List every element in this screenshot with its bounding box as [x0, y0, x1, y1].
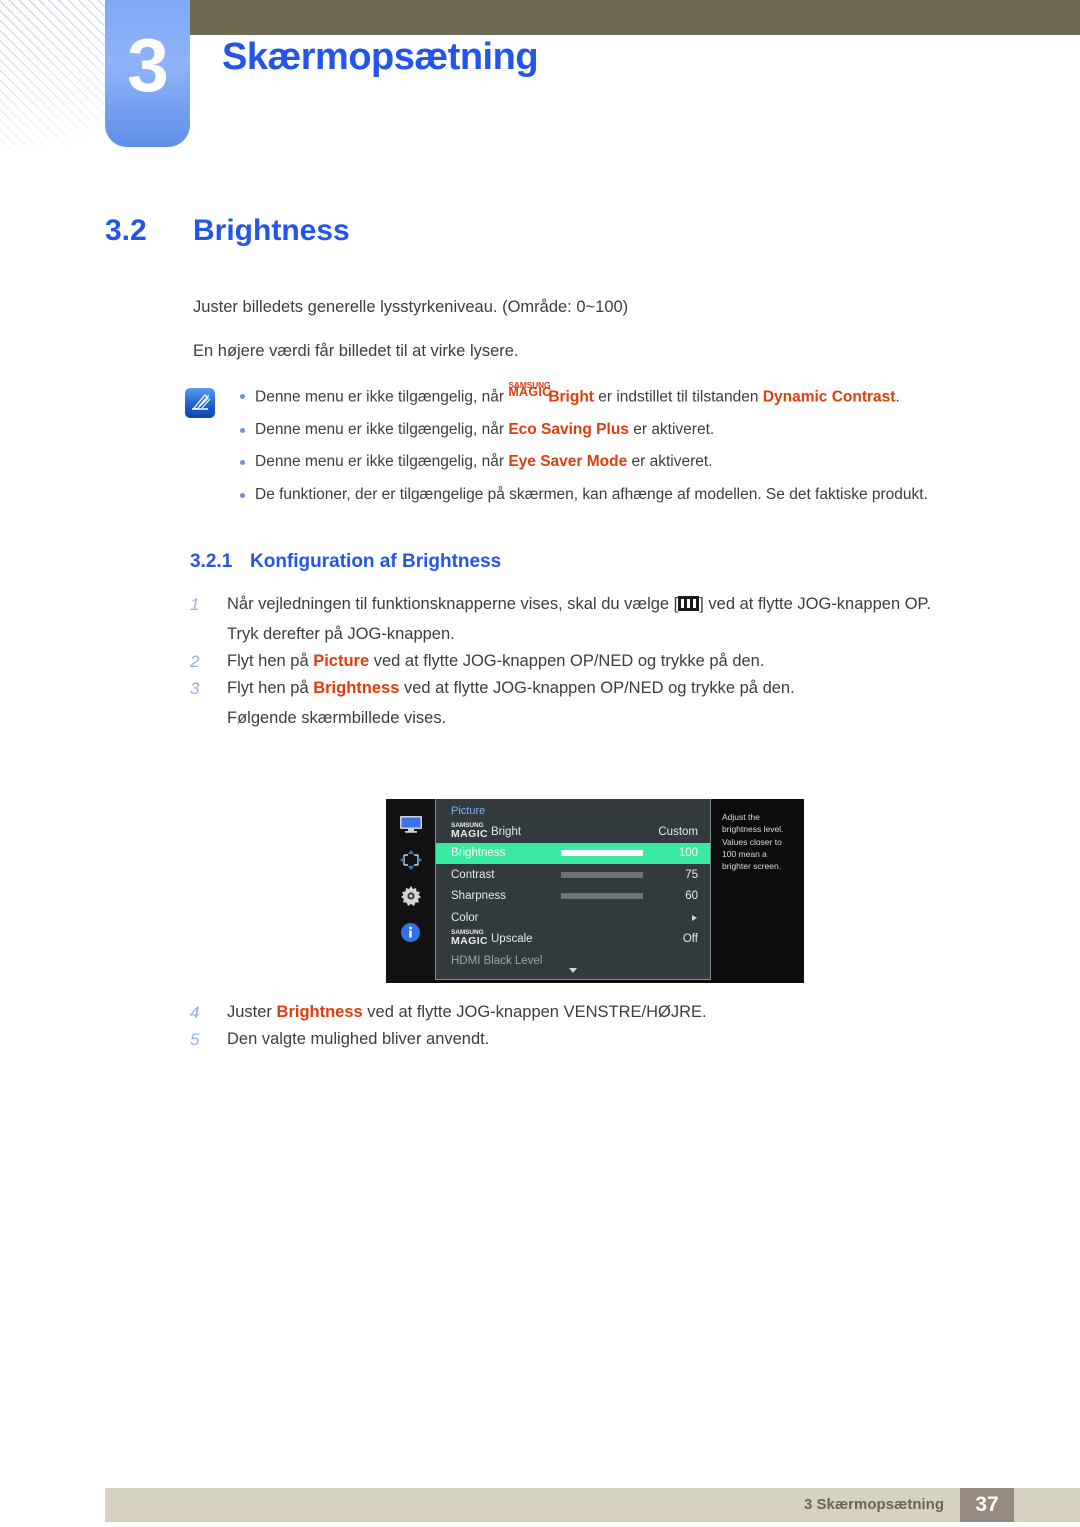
- note-text-before: Denne menu er ikke tilgængelig, når: [255, 420, 509, 438]
- step-text-before: Den valgte mulighed bliver anvendt.: [227, 1030, 490, 1048]
- step-subtext: Følgende skærmbillede vises.: [227, 709, 447, 727]
- osd-row-value: 75: [685, 868, 698, 881]
- osd-row-value: Off: [682, 933, 698, 946]
- osd-row-label: Brightness: [451, 847, 506, 860]
- osd-row-label: Sharpness: [451, 890, 506, 903]
- osd-row-label: Bright: [491, 825, 522, 838]
- step-text-before: Flyt hen på: [227, 652, 314, 670]
- note-block: Denne menu er ikke tilgængelig, når SAMS…: [185, 380, 1020, 517]
- step-highlight: Brightness: [313, 679, 400, 697]
- step-item: 2 Flyt hen på Picture ved at flytte JOG-…: [190, 652, 1030, 671]
- note-bullet-2: Denne menu er ikke tilgængelig, når Eco …: [185, 420, 1020, 439]
- osd-menu-panel: Picture SAMSUNG MAGIC Bright Custom Brig…: [435, 799, 711, 980]
- step-item: 5 Den valgte mulighed bliver anvendt.: [190, 1030, 1030, 1049]
- step-item: 4 Juster Brightness ved at flytte JOG-kn…: [190, 1003, 1030, 1022]
- subsection-heading: 3.2.1 Konfiguration af Brightness: [190, 551, 501, 573]
- osd-scroll-down-indicator[interactable]: [436, 960, 710, 978]
- chapter-number: 3: [127, 23, 169, 107]
- step-item: 3 Flyt hen på Brightness ved at flytte J…: [190, 679, 1030, 728]
- osd-row-value: 100: [678, 847, 698, 860]
- note-text-before: De funktioner, der er tilgængelige på sk…: [255, 485, 928, 503]
- samsung-magic-label: SAMSUNG MAGIC: [451, 929, 491, 948]
- step-text-after: ved at flytte JOG-knappen OP/NED og tryk…: [399, 679, 795, 697]
- info-icon[interactable]: [398, 921, 424, 943]
- samsung-magic-label: SAMSUNG MAGIC: [451, 822, 491, 840]
- note-highlight-2: Eco Saving Plus: [508, 420, 629, 438]
- monitor-icon[interactable]: [398, 813, 424, 835]
- page-number: 37: [960, 1488, 1014, 1522]
- subsection-title: Konfiguration af Brightness: [250, 551, 502, 572]
- section-number: 3.2: [105, 214, 147, 247]
- step-number: 1: [190, 595, 200, 614]
- osd-row-label: Color: [451, 911, 479, 924]
- magic-bright-word: Bright: [548, 388, 594, 406]
- note-bullet-list: Denne menu er ikke tilgængelig, når SAMS…: [185, 380, 1020, 504]
- samsung-magic-label: SAMSUNG MAGIC: [508, 380, 552, 402]
- menu-icon: [678, 596, 700, 611]
- note-bullet-3: Denne menu er ikke tilgængelig, når Eye …: [185, 452, 1020, 471]
- step-subtext: Tryk derefter på JOG-knappen.: [227, 625, 455, 643]
- step-list: 1 Når vejledningen til funktionsknappern…: [190, 595, 1030, 736]
- step-number: 3: [190, 679, 200, 698]
- chapter-number-tab: 3: [105, 0, 190, 147]
- move-arrows-icon[interactable]: [398, 849, 424, 871]
- osd-row-magicbright[interactable]: SAMSUNG MAGIC Bright Custom: [436, 821, 710, 843]
- note-text-middle: er indstillet til tilstanden: [593, 388, 763, 406]
- osd-slider-brightness[interactable]: [561, 850, 643, 857]
- gear-icon[interactable]: [398, 885, 424, 907]
- note-highlight-1: Dynamic Contrast: [762, 388, 896, 406]
- osd-icon-rail: [386, 799, 435, 983]
- step-number: 2: [190, 652, 200, 671]
- osd-row-brightness[interactable]: Brightness 100: [436, 842, 710, 864]
- osd-row-value: Custom: [658, 825, 698, 838]
- osd-row-label: Contrast: [451, 868, 495, 881]
- section-heading: 3.2 Brightness: [105, 214, 350, 248]
- step-highlight: Picture: [313, 652, 370, 670]
- note-text-after: .: [895, 388, 900, 406]
- chevron-right-icon: [692, 914, 697, 921]
- note-text-before: Denne menu er ikke tilgængelig, når: [255, 453, 509, 471]
- osd-tooltip: Adjust the brightness level. Values clos…: [722, 812, 784, 872]
- step-text-after: ved at flytte JOG-knappen VENSTRE/HØJRE.: [362, 1003, 707, 1021]
- chapter-title: Skærmopsætning: [222, 36, 539, 78]
- step-text-before: Flyt hen på: [227, 679, 314, 697]
- magic-word: MAGIC: [451, 827, 488, 840]
- section-paragraph-2: En højere værdi får billedet til at virk…: [193, 342, 519, 360]
- osd-slider-sharpness[interactable]: [561, 893, 643, 900]
- osd-slider-contrast[interactable]: [561, 871, 643, 878]
- osd-row-value: 60: [685, 890, 698, 903]
- step-list-continued: 4 Juster Brightness ved at flytte JOG-kn…: [190, 1003, 1030, 1057]
- step-text-before: Juster: [227, 1003, 277, 1021]
- note-bullet-4: De funktioner, der er tilgængelige på sk…: [185, 485, 1020, 504]
- step-text-after: ved at flytte JOG-knappen OP/NED og tryk…: [369, 652, 765, 670]
- footer-chapter-label: 3 Skærmopsætning: [803, 1496, 944, 1513]
- header-olive-bar: [190, 0, 1080, 35]
- magic-word: MAGIC: [508, 385, 552, 400]
- subsection-number: 3.2.1: [190, 551, 233, 572]
- osd-screenshot: Picture SAMSUNG MAGIC Bright Custom Brig…: [386, 799, 804, 983]
- osd-row-color[interactable]: Color: [436, 907, 710, 929]
- step-text-after: ] ved at flytte JOG-knappen OP.: [699, 595, 931, 613]
- step-item: 1 Når vejledningen til funktionsknappern…: [190, 595, 1030, 644]
- osd-row-sharpness[interactable]: Sharpness 60: [436, 886, 710, 908]
- note-text-after: er aktiveret.: [627, 453, 713, 471]
- step-number: 5: [190, 1030, 200, 1049]
- osd-row-magicupscale[interactable]: SAMSUNG MAGIC Upscale Off: [436, 929, 710, 951]
- note-highlight-3: Eye Saver Mode: [508, 453, 628, 471]
- osd-row-contrast[interactable]: Contrast 75: [436, 864, 710, 886]
- note-text-after: er aktiveret.: [628, 420, 715, 438]
- step-number: 4: [190, 1003, 200, 1022]
- magic-word: MAGIC: [451, 935, 488, 948]
- note-text-before: Denne menu er ikke tilgængelig, når: [255, 388, 509, 406]
- section-title: Brightness: [193, 214, 350, 247]
- step-text-before: Når vejledningen til funktionsknapperne …: [227, 595, 679, 613]
- osd-menu-title: Picture: [451, 805, 486, 817]
- section-paragraph-1: Juster billedets generelle lysstyrkenive…: [193, 298, 629, 316]
- osd-row-label: Upscale: [491, 933, 533, 946]
- step-highlight: Brightness: [276, 1003, 363, 1021]
- note-bullet-1: Denne menu er ikke tilgængelig, når SAMS…: [185, 380, 1020, 407]
